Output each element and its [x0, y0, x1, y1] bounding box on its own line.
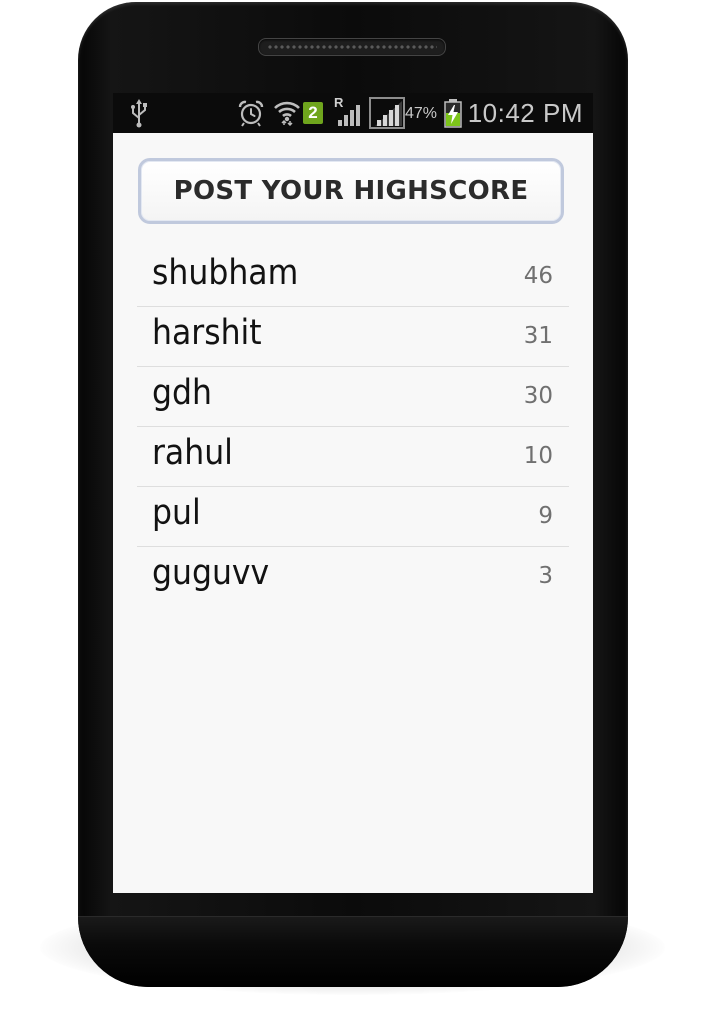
post-highscore-button[interactable]: POST YOUR HIGHSCORE [138, 158, 564, 224]
player-score: 46 [523, 263, 553, 289]
player-name: pul [152, 493, 201, 533]
signal-icon [369, 93, 405, 133]
list-item[interactable]: rahul 10 [137, 427, 569, 487]
stage: 2 R 47% 10:42 PM POST YOUR HIGHSCORE shu… [0, 0, 705, 1010]
phone-frame: 2 R 47% 10:42 PM POST YOUR HIGHSCORE shu… [78, 2, 628, 987]
player-score: 30 [523, 383, 553, 409]
roaming-label: R [334, 95, 344, 110]
battery-charging-icon [443, 93, 463, 133]
player-score: 10 [523, 443, 553, 469]
sim-2-icon: 2 [302, 93, 324, 133]
wifi-icon [273, 93, 301, 133]
battery-percent: 47% [405, 105, 438, 122]
list-item[interactable]: guguvv 3 [137, 547, 569, 606]
phone-chin [78, 916, 628, 987]
phone-speaker [258, 38, 446, 56]
phone-screen: 2 R 47% 10:42 PM POST YOUR HIGHSCORE shu… [113, 93, 593, 893]
player-name: harshit [152, 313, 262, 353]
player-name: shubham [152, 253, 299, 293]
player-score: 3 [538, 563, 553, 589]
player-name: guguvv [152, 553, 270, 593]
usb-icon [127, 93, 151, 133]
player-name: gdh [152, 373, 212, 413]
sim-badge-label: 2 [303, 102, 323, 124]
player-name: rahul [152, 433, 233, 473]
highscore-list: shubham 46 harshit 31 gdh 30 rahul 10 pu… [137, 247, 569, 606]
app-content: POST YOUR HIGHSCORE shubham 46 harshit 3… [113, 133, 593, 893]
list-item[interactable]: pul 9 [137, 487, 569, 547]
list-item[interactable]: shubham 46 [137, 247, 569, 307]
status-time: 10:42 PM [467, 98, 583, 128]
alarm-icon [236, 93, 266, 133]
player-score: 31 [523, 323, 553, 349]
list-item[interactable]: harshit 31 [137, 307, 569, 367]
status-bar: 2 R 47% 10:42 PM [113, 93, 593, 133]
player-score: 9 [538, 503, 553, 529]
list-item[interactable]: gdh 30 [137, 367, 569, 427]
roaming-signal-icon: R [333, 93, 367, 133]
